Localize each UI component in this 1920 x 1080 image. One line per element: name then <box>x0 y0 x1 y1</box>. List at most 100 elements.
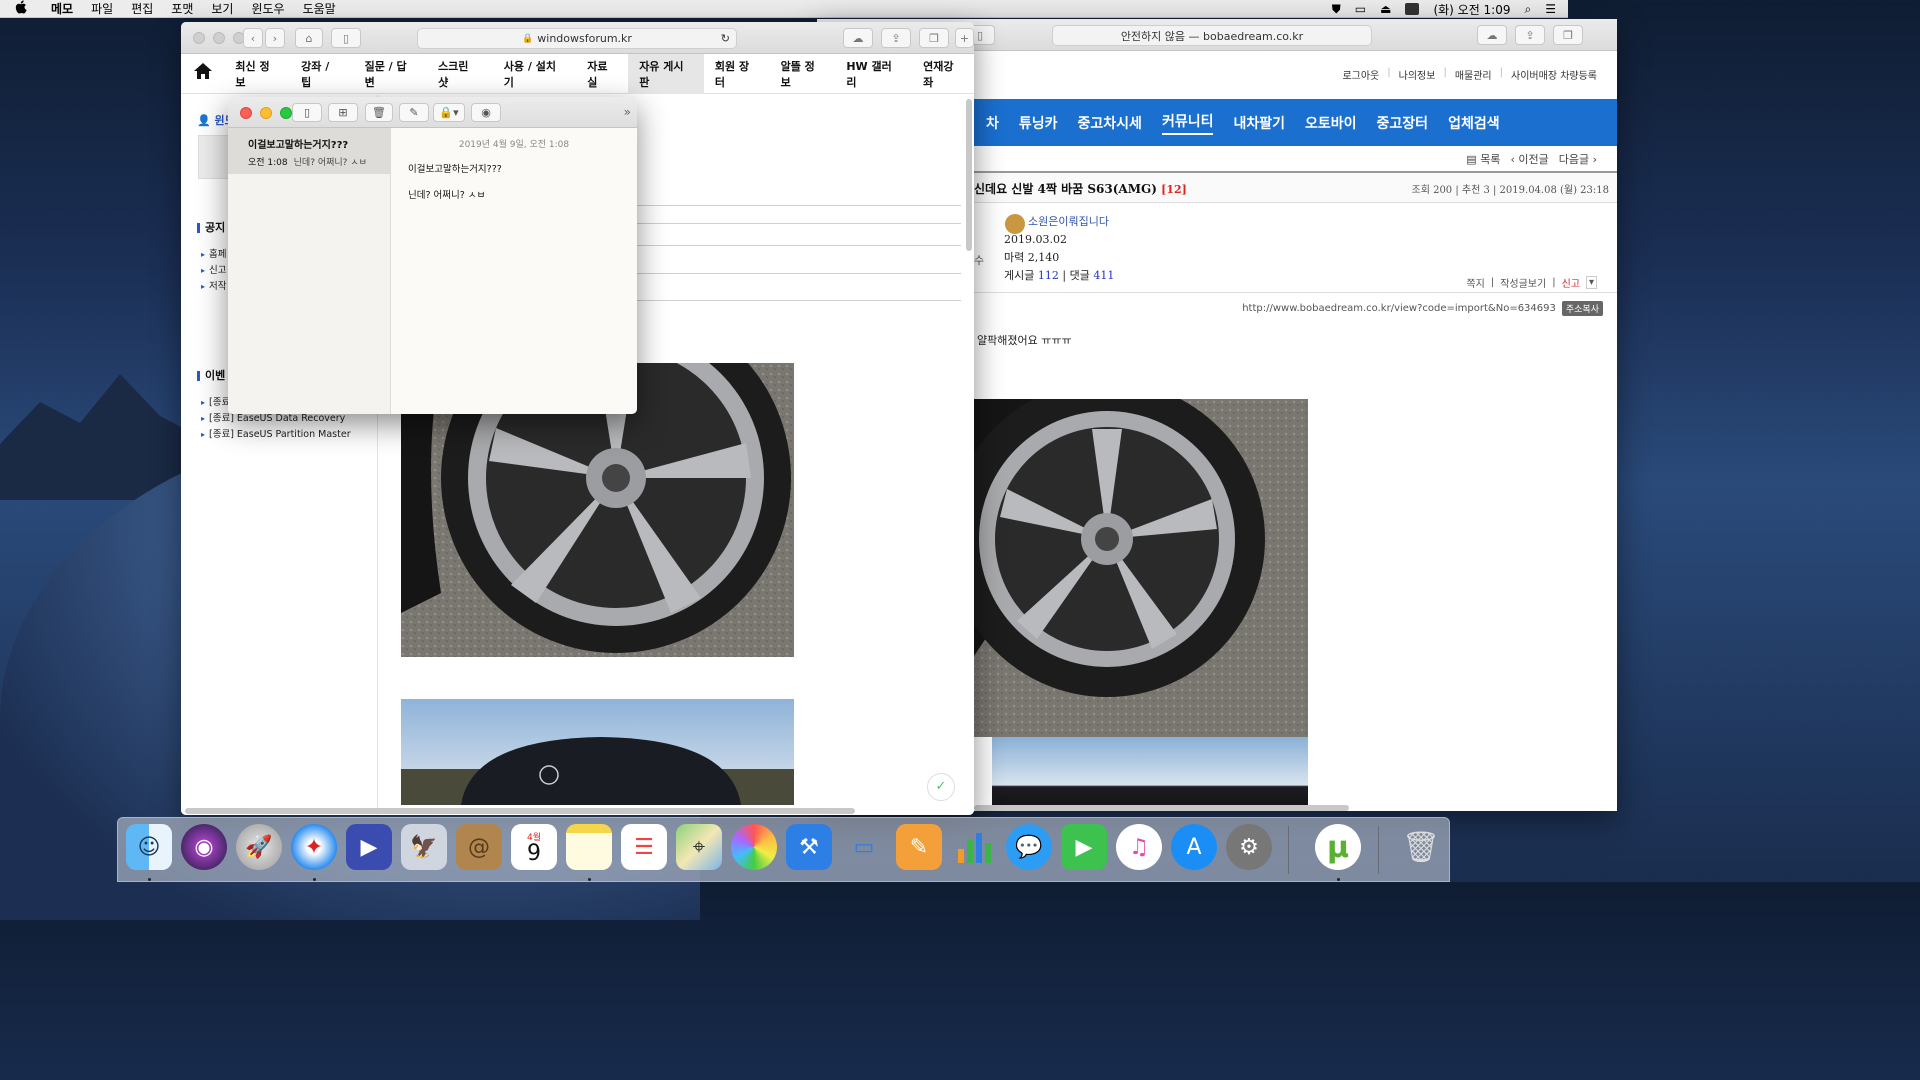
nav-item-deals[interactable]: 알뜰 정보 <box>770 54 836 94</box>
nav-item-car[interactable]: 차 <box>986 113 999 133</box>
note-body-line[interactable]: 닌데? 어쩌니? ㅅㅂ <box>408 187 485 201</box>
new-tab-button[interactable]: + <box>955 28 974 48</box>
vertical-scrollbar[interactable] <box>966 99 972 251</box>
posts-count[interactable]: 112 <box>1038 269 1059 282</box>
system-preferences-icon[interactable]: ⚙ <box>1226 824 1272 870</box>
maps-icon[interactable]: ⌖ <box>676 824 722 870</box>
keynote-icon[interactable]: ▭ <box>841 824 887 870</box>
share-icon[interactable]: ⇪ <box>1515 25 1545 45</box>
siri-icon[interactable]: ◉ <box>181 824 227 870</box>
horizontal-scrollbar[interactable] <box>974 805 1349 811</box>
my-info-link[interactable]: 나의정보 <box>1399 67 1436 82</box>
apple-menu-icon[interactable] <box>0 0 42 18</box>
home-icon[interactable] <box>181 63 224 84</box>
messages-icon[interactable]: 💬 <box>1006 824 1052 870</box>
nav-item-tips[interactable]: 강좌 / 팁 <box>290 54 353 94</box>
event-item[interactable]: [종료] EaseUS Partition Master <box>201 426 351 440</box>
home-icon[interactable]: ⌂ <box>295 28 323 48</box>
nav-item-latest[interactable]: 최신 정보 <box>224 54 290 94</box>
zoom-button[interactable] <box>280 107 292 119</box>
note-body-line[interactable]: 이걸보고말하는거지??? <box>408 161 502 175</box>
menu-file[interactable]: 파일 <box>82 0 122 17</box>
mail-preview-icon[interactable]: 🦅 <box>401 824 447 870</box>
toggle-folders-icon[interactable]: ▯ <box>292 103 322 122</box>
close-button[interactable] <box>240 107 252 119</box>
contacts-icon[interactable]: @ <box>456 824 502 870</box>
share-icon[interactable]: ⇪ <box>881 28 911 48</box>
logout-link[interactable]: 로그아웃 <box>1342 67 1379 82</box>
close-button[interactable] <box>193 32 205 44</box>
notice-item[interactable]: 홈페 <box>201 246 226 260</box>
comment-count[interactable]: [12] <box>1161 183 1187 196</box>
cyber-store-link[interactable]: 사이버매장 차량등록 <box>1511 67 1597 82</box>
nav-item-market[interactable]: 회원 장터 <box>704 54 770 94</box>
tabs-overview-icon[interactable]: ❐ <box>919 28 949 48</box>
xcode-icon[interactable]: ⚒ <box>786 824 832 870</box>
menu-format[interactable]: 포맷 <box>162 0 202 17</box>
back-icon[interactable]: ‹ <box>243 28 263 48</box>
numbers-icon[interactable] <box>951 824 997 870</box>
facetime-icon[interactable]: ▶ <box>1061 824 1107 870</box>
nav-item-tuning[interactable]: 튜닝카 <box>1019 113 1058 133</box>
forward-icon[interactable]: › <box>265 28 285 48</box>
security-badge-icon[interactable]: ✓ <box>927 773 955 801</box>
author-posts-link[interactable]: 작성글보기 <box>1500 275 1546 290</box>
menu-edit[interactable]: 편집 <box>122 0 162 17</box>
safari-icon[interactable]: ✦ <box>291 824 337 870</box>
menu-help[interactable]: 도움말 <box>294 0 345 17</box>
spotlight-icon[interactable]: ⌕ <box>1525 2 1532 17</box>
horizontal-scrollbar[interactable] <box>185 808 855 814</box>
itunes-icon[interactable]: ♫ <box>1116 824 1162 870</box>
nav-item-series[interactable]: 연재강좌 <box>912 54 974 94</box>
app-store-icon[interactable]: A <box>1171 824 1217 870</box>
minimize-button[interactable] <box>213 32 225 44</box>
eject-icon[interactable]: ⏏ <box>1380 2 1391 16</box>
list-item[interactable]: 이걸보고말하는거지??? 오전 1:08 닌데? 어쩌니? ㅅㅂ <box>228 128 391 174</box>
icloud-tabs-icon[interactable]: ☁ <box>1477 25 1507 45</box>
address-bar[interactable]: 🔒 windowsforum.kr ↻ <box>417 28 737 49</box>
minimize-button[interactable] <box>260 107 272 119</box>
pages-icon[interactable]: ✎ <box>896 824 942 870</box>
nav-item-archive[interactable]: 자료실 <box>576 54 628 94</box>
icloud-tabs-icon[interactable]: ☁ <box>843 28 873 48</box>
menu-memo[interactable]: 메모 <box>42 0 82 17</box>
trash-icon[interactable]: 🗑 <box>1398 824 1444 870</box>
photos-icon[interactable] <box>731 824 777 870</box>
reload-icon[interactable]: ↻ <box>721 32 730 45</box>
nav-item-sell-car[interactable]: 내차팔기 <box>1233 113 1285 133</box>
dropdown-icon[interactable]: ▾ <box>1585 276 1597 289</box>
nav-item-used-price[interactable]: 중고차시세 <box>1078 113 1142 133</box>
lock-note-icon[interactable]: 🔒▾ <box>433 103 465 122</box>
nav-item-install[interactable]: 사용 / 설치기 <box>493 54 576 94</box>
notice-item[interactable]: 저작 <box>201 278 226 292</box>
finder-icon[interactable]: ☺ <box>126 824 172 870</box>
launchpad-icon[interactable]: 🚀 <box>236 824 282 870</box>
menu-clock[interactable]: (화) 오전 1:09 <box>1433 1 1510 18</box>
nav-item-free-board[interactable]: 자유 게시판 <box>628 53 704 94</box>
menu-view[interactable]: 보기 <box>202 0 242 17</box>
next-post-link[interactable]: 다음글 › <box>1559 151 1597 167</box>
prev-post-link[interactable]: ‹ 이전글 <box>1510 151 1548 167</box>
input-source-icon[interactable] <box>1405 3 1420 15</box>
calendar-icon[interactable]: 4월 9 <box>511 824 557 870</box>
notice-item[interactable]: 신고 <box>201 262 226 276</box>
notes-icon[interactable] <box>566 824 612 870</box>
display-icon[interactable]: ▭ <box>1355 2 1366 16</box>
menu-window[interactable]: 윈도우 <box>242 0 293 17</box>
nav-item-screenshot[interactable]: 스크린 샷 <box>427 54 493 94</box>
delete-note-icon[interactable]: 🗑 <box>365 103 393 122</box>
nav-item-company-search[interactable]: 업체검색 <box>1448 113 1500 133</box>
reminders-icon[interactable]: ☰ <box>621 824 667 870</box>
nav-item-used-market[interactable]: 중고장터 <box>1377 113 1429 133</box>
nav-item-qna[interactable]: 질문 / 답변 <box>354 54 427 94</box>
address-bar[interactable]: 안전하지 않음 — bobaedream.co.kr <box>1052 25 1372 46</box>
message-link[interactable]: 쪽지 <box>1466 275 1484 290</box>
utorrent-icon[interactable]: µ <box>1315 824 1361 870</box>
nav-item-motorcycle[interactable]: 오토바이 <box>1305 113 1357 133</box>
keynote-remote-icon[interactable]: ▶ <box>346 824 392 870</box>
tabs-overview-icon[interactable]: ❐ <box>1553 25 1583 45</box>
listing-manage-link[interactable]: 매물관리 <box>1455 67 1492 82</box>
new-note-icon[interactable]: ✎ <box>399 103 429 122</box>
add-people-icon[interactable]: ◉ <box>471 103 501 122</box>
gallery-view-icon[interactable]: ⊞ <box>328 103 358 122</box>
